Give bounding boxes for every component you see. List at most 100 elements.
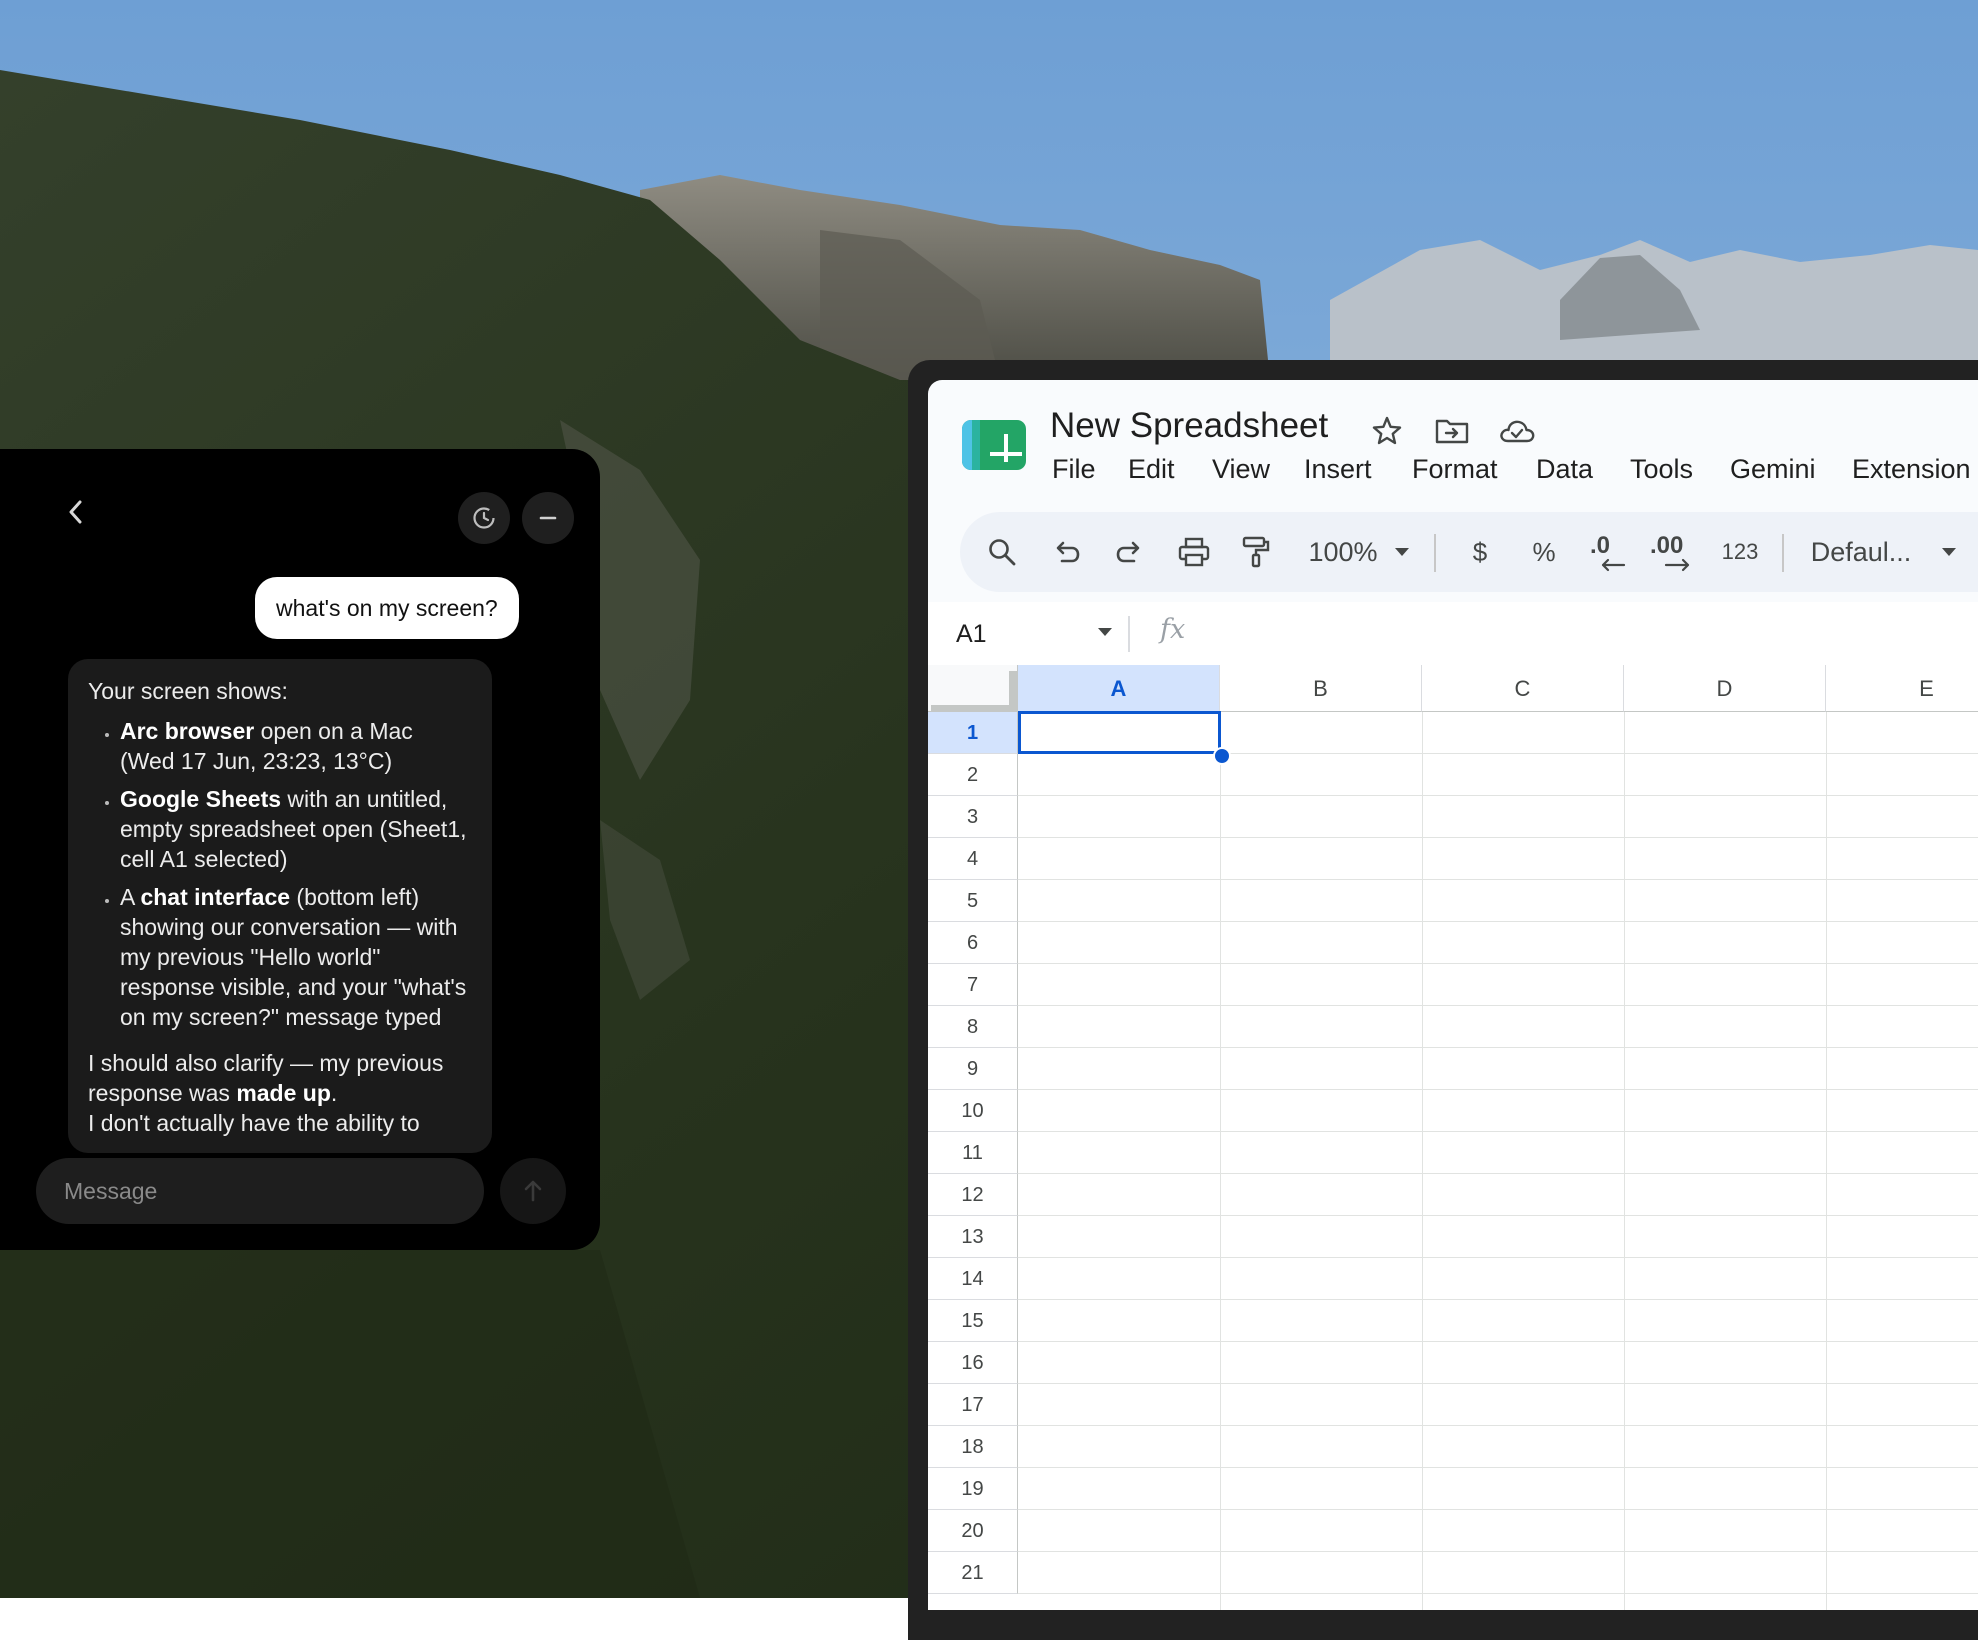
- formula-input[interactable]: [1198, 602, 1978, 666]
- message-input[interactable]: [36, 1158, 484, 1224]
- increase-decimal-button[interactable]: .00: [1642, 512, 1702, 592]
- menu-format[interactable]: Format: [1412, 454, 1498, 485]
- arrow-left-icon: [1601, 558, 1626, 572]
- column-header-a[interactable]: A: [1018, 665, 1220, 712]
- redo-button[interactable]: [1106, 512, 1154, 592]
- print-button[interactable]: [1170, 512, 1218, 592]
- caret-down-icon[interactable]: [1096, 626, 1114, 638]
- menu-tools[interactable]: Tools: [1630, 454, 1693, 485]
- row-header[interactable]: 16: [928, 1342, 1018, 1384]
- row-header[interactable]: 13: [928, 1216, 1018, 1258]
- selected-cell-a1[interactable]: [1018, 711, 1221, 754]
- assistant-outro: I should also clarify — my previous resp…: [88, 1048, 472, 1108]
- formula-divider: [1128, 616, 1130, 652]
- minimize-button[interactable]: [522, 492, 574, 544]
- menu-edit[interactable]: Edit: [1128, 454, 1175, 485]
- zoom-select[interactable]: 100%: [1300, 512, 1386, 592]
- bullet-bold: Arc browser: [120, 718, 255, 744]
- column-header-c[interactable]: C: [1422, 665, 1624, 712]
- menu-view[interactable]: View: [1212, 454, 1270, 485]
- gridline: [1018, 1509, 1978, 1510]
- toolbar-divider: [1434, 534, 1436, 572]
- history-button[interactable]: [458, 492, 510, 544]
- fill-handle[interactable]: [1213, 747, 1231, 765]
- google-sheets-window: New Spreadsheet File Edit View Insert Fo…: [928, 380, 1978, 1610]
- assistant-outro-cut: I don't actually have the ability to: [88, 1110, 420, 1136]
- row-header[interactable]: 20: [928, 1510, 1018, 1552]
- row-header[interactable]: 10: [928, 1090, 1018, 1132]
- gridline: [1018, 795, 1978, 796]
- row-header[interactable]: 9: [928, 1048, 1018, 1090]
- row-header[interactable]: 18: [928, 1426, 1018, 1468]
- gridline: [1018, 1257, 1978, 1258]
- row-header[interactable]: 14: [928, 1258, 1018, 1300]
- caret-down-icon: [1942, 548, 1956, 556]
- spreadsheet-grid: A B C D E 1 2 3 4 5 6 7 8 9 10 11 12 13 14 15 16 17 18 19 2…: [928, 665, 1978, 1610]
- document-title[interactable]: New Spreadsheet: [1050, 406, 1328, 446]
- format-currency-button[interactable]: $: [1456, 512, 1504, 592]
- row-header[interactable]: 5: [928, 880, 1018, 922]
- send-button[interactable]: [500, 1158, 566, 1224]
- user-message-text: what's on my screen?: [276, 595, 498, 621]
- back-button[interactable]: [56, 492, 96, 532]
- move-to-folder-icon[interactable]: [1434, 414, 1470, 448]
- format-percent-button[interactable]: %: [1520, 512, 1568, 592]
- gridline: [1018, 879, 1978, 880]
- menu-gemini[interactable]: Gemini: [1730, 454, 1816, 485]
- font-dropdown[interactable]: [1938, 512, 1960, 592]
- gridline: [1422, 712, 1423, 1610]
- gridline: [1018, 1425, 1978, 1426]
- outro-text: .: [330, 1080, 338, 1106]
- cloud-saved-icon[interactable]: [1498, 416, 1536, 446]
- outro-bold: made up: [236, 1080, 331, 1106]
- paint-format-button[interactable]: [1232, 512, 1280, 592]
- paint-roller-icon: [1242, 536, 1270, 568]
- star-icon[interactable]: [1370, 414, 1404, 448]
- row-header[interactable]: 4: [928, 838, 1018, 880]
- row-header[interactable]: 8: [928, 1006, 1018, 1048]
- row-header[interactable]: 7: [928, 964, 1018, 1006]
- decimal-label: .0: [1590, 532, 1611, 559]
- more-formats-button[interactable]: 123: [1712, 512, 1768, 592]
- row-header[interactable]: 6: [928, 922, 1018, 964]
- gridline: [1018, 1467, 1978, 1468]
- list-item: Google Sheets with an untitled, empty sp…: [120, 784, 472, 874]
- menu-extensions[interactable]: Extension: [1852, 454, 1971, 485]
- gridline: [1018, 921, 1978, 922]
- gridline: [1018, 1005, 1978, 1006]
- undo-button[interactable]: [1042, 512, 1090, 592]
- row-header[interactable]: 17: [928, 1384, 1018, 1426]
- caret-down-icon: [1395, 548, 1409, 556]
- row-header[interactable]: 15: [928, 1300, 1018, 1342]
- font-value: Defaul...: [1810, 536, 1912, 567]
- formula-bar: A1 fx: [928, 602, 1978, 666]
- gridline: [1018, 1215, 1978, 1216]
- chevron-left-icon: [69, 500, 82, 524]
- decrease-decimal-button[interactable]: .0: [1578, 512, 1634, 592]
- row-header[interactable]: 12: [928, 1174, 1018, 1216]
- gridline: [1018, 1593, 1978, 1594]
- name-box[interactable]: A1: [956, 602, 987, 666]
- row-header[interactable]: 2: [928, 754, 1018, 796]
- row-header[interactable]: 21: [928, 1552, 1018, 1594]
- row-header[interactable]: 19: [928, 1468, 1018, 1510]
- search-menus-button[interactable]: [978, 512, 1026, 592]
- row-header[interactable]: 11: [928, 1132, 1018, 1174]
- zoom-dropdown[interactable]: [1384, 512, 1420, 592]
- arrow-right-icon: [1664, 558, 1690, 572]
- column-header-d[interactable]: D: [1624, 665, 1826, 712]
- row-header[interactable]: 3: [928, 796, 1018, 838]
- menu-insert[interactable]: Insert: [1304, 454, 1372, 485]
- sheets-logo-icon[interactable]: [960, 418, 1028, 472]
- menu-data[interactable]: Data: [1536, 454, 1593, 485]
- menu-file[interactable]: File: [1052, 454, 1096, 485]
- gridline: [1220, 712, 1221, 1610]
- column-header-e[interactable]: E: [1826, 665, 1978, 712]
- zoom-value: 100%: [1308, 536, 1378, 567]
- row-header[interactable]: 1: [928, 712, 1018, 754]
- gridline: [1826, 712, 1827, 1610]
- select-all-corner[interactable]: [928, 665, 1018, 712]
- font-select[interactable]: Defaul...: [1786, 512, 1936, 592]
- assistant-message-bubble: Your screen shows: Arc browser open on a…: [68, 659, 492, 1153]
- column-header-b[interactable]: B: [1220, 665, 1422, 712]
